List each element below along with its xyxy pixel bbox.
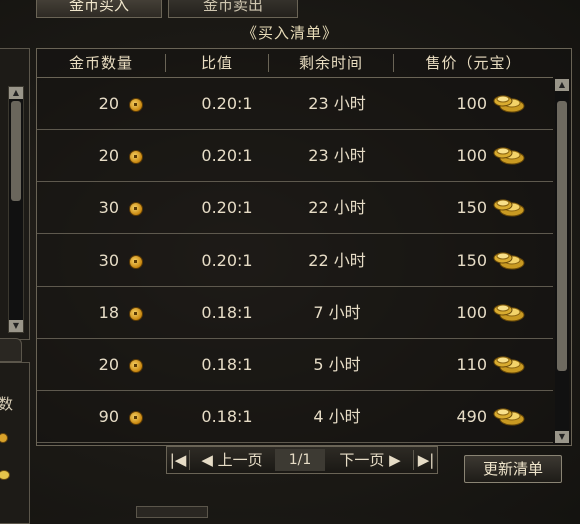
last-page-button[interactable]: ▶| bbox=[415, 447, 437, 473]
price-value: 100 bbox=[456, 146, 487, 166]
ingot-icon bbox=[492, 353, 526, 375]
left-lower-panel bbox=[0, 362, 30, 524]
page-indicator: 1/1 bbox=[275, 449, 325, 471]
gold-amount: 30 bbox=[98, 250, 119, 270]
left-scrollbar[interactable]: ▲ ▼ bbox=[8, 86, 24, 333]
gold-amount: 90 bbox=[98, 407, 119, 427]
scroll-down-icon[interactable]: ▼ bbox=[9, 320, 23, 332]
gold-amount: 20 bbox=[98, 146, 119, 166]
price-value: 100 bbox=[456, 94, 487, 113]
price-value: 490 bbox=[456, 407, 487, 427]
table-row[interactable]: 30 0.20:1 22 小时 150 bbox=[37, 182, 553, 235]
col-remaining-time: 剩余时间 bbox=[298, 54, 363, 72]
coin-icon bbox=[129, 202, 143, 217]
table-row[interactable]: 90 0.18:1 4 小时 490 bbox=[37, 391, 553, 444]
list-header: 金币数量 比值 剩余时间 售价（元宝） bbox=[37, 49, 553, 78]
ratio-value: 0.20:1 bbox=[201, 198, 253, 218]
list-title: 《买入清单》 bbox=[241, 24, 338, 42]
table-row[interactable]: 20 0.20:1 23 小时 100 bbox=[37, 130, 553, 183]
table-row[interactable]: 20 0.18:1 5 小时 110 bbox=[37, 339, 553, 391]
coin-icon bbox=[129, 411, 143, 426]
ingot-icon bbox=[492, 92, 526, 114]
ratio-value: 0.18:1 bbox=[201, 355, 253, 374]
coin-icon bbox=[129, 98, 143, 112]
scroll-down-icon[interactable]: ▼ bbox=[555, 431, 569, 443]
list-scrollbar[interactable]: ▲ ▼ bbox=[555, 79, 569, 443]
coin-icon bbox=[129, 306, 143, 321]
last-page-icon: ▶| bbox=[417, 451, 435, 469]
remaining-time: 5 小时 bbox=[313, 355, 361, 374]
ratio-value: 0.20:1 bbox=[201, 250, 253, 270]
ingot-icon bbox=[492, 249, 526, 271]
next-page-button[interactable]: 下一页 ▶ bbox=[329, 447, 411, 473]
scroll-up-icon[interactable]: ▲ bbox=[9, 87, 23, 99]
ratio-value: 0.18:1 bbox=[201, 407, 253, 427]
pager: |◀ ◀ 上一页 1/1 下一页 ▶ ▶| bbox=[166, 446, 438, 474]
gold-amount: 20 bbox=[98, 94, 119, 113]
remaining-time: 23 小时 bbox=[308, 146, 366, 166]
price-value: 150 bbox=[456, 250, 487, 270]
col-gold-amount: 金币数量 bbox=[68, 54, 133, 72]
gold-amount: 18 bbox=[98, 302, 119, 322]
remaining-time: 7 小时 bbox=[313, 302, 361, 322]
buy-list: 金币数量 比值 剩余时间 售价（元宝） 20 0.20:1 23 小时 100 20 0.… bbox=[36, 48, 572, 446]
ingot-icon bbox=[492, 196, 526, 218]
remaining-time: 22 小时 bbox=[308, 198, 366, 218]
gold-amount: 20 bbox=[98, 355, 119, 374]
first-page-button[interactable]: |◀ bbox=[167, 447, 189, 473]
col-price: 售价（元宝） bbox=[425, 54, 522, 72]
remaining-time: 4 小时 bbox=[313, 407, 361, 427]
price-value: 150 bbox=[456, 198, 487, 218]
coin-icon bbox=[129, 254, 143, 269]
remaining-time: 22 小时 bbox=[308, 250, 366, 270]
bottom-bar bbox=[136, 506, 208, 518]
col-ratio: 比值 bbox=[200, 54, 233, 72]
tab-buy-gold[interactable]: 金币买入 bbox=[36, 0, 162, 18]
tab-sell-gold[interactable]: 金币卖出 bbox=[168, 0, 298, 18]
left-panel-tab[interactable] bbox=[0, 338, 22, 362]
gold-amount: 30 bbox=[98, 198, 119, 218]
left-scroll-thumb[interactable] bbox=[11, 101, 21, 201]
refresh-list-button[interactable]: 更新清单 bbox=[464, 455, 562, 483]
table-row[interactable]: 18 0.18:1 7 小时 100 bbox=[37, 287, 553, 339]
ingot-icon bbox=[492, 405, 526, 427]
coin-icon bbox=[129, 359, 143, 373]
table-row[interactable]: 20 0.20:1 23 小时 100 bbox=[37, 78, 553, 130]
scroll-up-icon[interactable]: ▲ bbox=[555, 79, 569, 91]
ratio-value: 0.20:1 bbox=[201, 94, 253, 113]
left-panel-text: 数 bbox=[0, 395, 14, 413]
prev-page-button[interactable]: ◀ 上一页 bbox=[191, 447, 273, 473]
list-scroll-thumb[interactable] bbox=[557, 101, 567, 371]
table-row[interactable]: 30 0.20:1 22 小时 150 bbox=[37, 235, 553, 287]
coin-icon bbox=[129, 150, 143, 165]
ingot-icon bbox=[492, 144, 526, 166]
first-page-icon: |◀ bbox=[169, 451, 187, 469]
ratio-value: 0.18:1 bbox=[201, 302, 253, 322]
remaining-time: 23 小时 bbox=[308, 94, 366, 113]
price-value: 100 bbox=[456, 302, 487, 322]
price-value: 110 bbox=[456, 355, 487, 374]
ingot-icon bbox=[492, 301, 526, 323]
ratio-value: 0.20:1 bbox=[201, 146, 253, 166]
